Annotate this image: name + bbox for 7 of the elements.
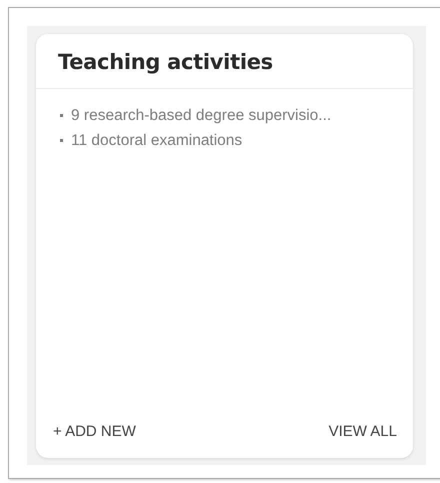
activity-item[interactable]: 9 research-based degree supervisio...: [71, 106, 332, 124]
bullet-icon: [60, 139, 63, 142]
activity-item[interactable]: 11 doctoral examinations: [71, 132, 242, 150]
card-title: Teaching activities: [58, 50, 274, 74]
view-all-link[interactable]: VIEW ALL: [328, 423, 397, 440]
add-new-link[interactable]: + ADD NEW: [53, 423, 136, 440]
bullet-icon: [60, 114, 63, 117]
